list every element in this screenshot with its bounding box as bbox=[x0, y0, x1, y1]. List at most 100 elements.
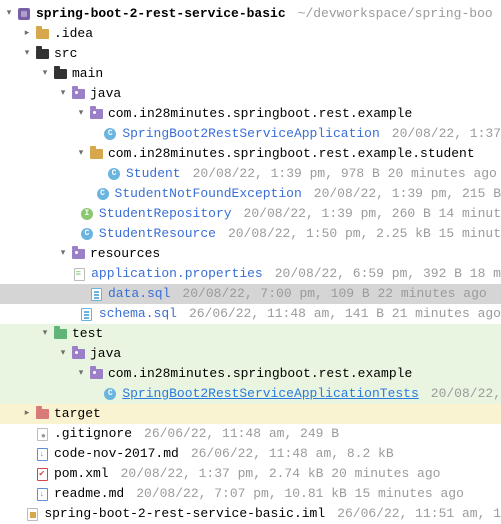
tree-row[interactable]: schema.sql26/06/22, 11:48 am, 141 B 21 m… bbox=[0, 304, 501, 324]
tree-row[interactable]: ▾ com.in28minutes.springboot.rest.example… bbox=[0, 144, 501, 164]
node-label: spring-boot-2-rest-service-basic.iml bbox=[44, 504, 325, 524]
tree-row[interactable]: CStudentResource20/08/22, 1:50 pm, 2.25 … bbox=[0, 224, 501, 244]
properties-file-icon bbox=[71, 266, 87, 282]
chevron-down-icon[interactable]: ▾ bbox=[76, 107, 86, 121]
tree-row[interactable]: application.properties 20/08/22, 6:59 pm,… bbox=[0, 264, 501, 284]
node-meta: 20/08/22, 6:59 pm, 392 B 18 m bbox=[275, 264, 501, 284]
package-icon bbox=[88, 106, 104, 122]
chevron-right-icon[interactable]: ▸ bbox=[22, 407, 32, 421]
module-icon bbox=[16, 6, 32, 22]
class-icon: C bbox=[102, 386, 118, 402]
tree-row[interactable]: ▾ java bbox=[0, 344, 501, 364]
tree-row[interactable]: CSpringBoot2RestServiceApplicationTests 2… bbox=[0, 384, 501, 404]
node-label: target bbox=[54, 404, 101, 424]
node-meta: 26/06/22, 11:48 am, 8.2 kB bbox=[191, 444, 394, 464]
tree-row[interactable]: IStudentRepository 20/08/22, 1:39 pm, 260… bbox=[0, 204, 501, 224]
chevron-down-icon[interactable]: ▾ bbox=[40, 67, 50, 81]
excluded-folder-icon bbox=[34, 406, 50, 422]
gitignore-icon bbox=[34, 426, 50, 442]
test-folder-icon bbox=[52, 326, 68, 342]
tree-row[interactable]: ▾ src bbox=[0, 44, 501, 64]
node-label: StudentNotFoundException bbox=[115, 184, 302, 204]
node-label: StudentResource bbox=[99, 224, 216, 244]
chevron-right-icon[interactable]: ▸ bbox=[22, 27, 32, 41]
node-label: data.sql bbox=[108, 284, 170, 304]
tree-row[interactable]: ▾ test bbox=[0, 324, 501, 344]
tree-row[interactable]: ▾ spring-boot-2-rest-service-basic ~/devwo… bbox=[0, 4, 501, 24]
node-label: com.in28minutes.springboot.rest.example bbox=[108, 104, 412, 124]
tree-row[interactable]: CSpringBoot2RestServiceApplication20/08/… bbox=[0, 124, 501, 144]
node-label: resources bbox=[90, 244, 160, 264]
markdown-file-icon bbox=[34, 486, 50, 502]
node-meta: 20/08/22, 7:00 pm, 109 B 22 minutes ago bbox=[182, 284, 486, 304]
tree-row[interactable]: ▾ com.in28minutes.springboot.rest.example bbox=[0, 364, 501, 384]
tree-row[interactable]: ▾ com.in28minutes.springboot.rest.example bbox=[0, 104, 501, 124]
class-icon: C bbox=[95, 186, 111, 202]
node-label: SpringBoot2RestServiceApplicationTests bbox=[122, 384, 418, 404]
package-icon bbox=[88, 366, 104, 382]
tree-row[interactable]: ▾ resources bbox=[0, 244, 501, 264]
folder-icon bbox=[34, 26, 50, 42]
chevron-down-icon[interactable]: ▾ bbox=[40, 327, 50, 341]
folder-icon bbox=[88, 146, 104, 162]
node-meta: 20/08/22, 1:39 pm, 260 B 14 minut bbox=[244, 204, 501, 224]
tree-row[interactable]: pom.xml 20/08/22, 1:37 pm, 2.74 kB 20 min… bbox=[0, 464, 501, 484]
tree-row[interactable]: CStudent 20/08/22, 1:39 pm, 978 B 20 minu… bbox=[0, 164, 501, 184]
class-icon: C bbox=[106, 166, 122, 182]
sql-file-icon bbox=[88, 286, 104, 302]
iml-file-icon bbox=[24, 506, 40, 522]
node-meta: 20/08/22, bbox=[431, 384, 501, 404]
class-icon: C bbox=[79, 226, 95, 242]
folder-icon bbox=[52, 66, 68, 82]
interface-icon: I bbox=[79, 206, 95, 222]
maven-file-icon bbox=[34, 466, 50, 482]
node-label: readme.md bbox=[54, 484, 124, 504]
tree-row[interactable]: spring-boot-2-rest-service-basic.iml 26/0… bbox=[0, 504, 501, 524]
package-icon bbox=[70, 86, 86, 102]
node-label: src bbox=[54, 44, 77, 64]
node-meta: 20/08/22, 1:39 pm, 215 B bbox=[314, 184, 501, 204]
chevron-down-icon[interactable]: ▾ bbox=[58, 247, 68, 261]
node-label: Student bbox=[126, 164, 181, 184]
node-label: com.in28minutes.springboot.rest.example bbox=[108, 364, 412, 384]
node-label: java bbox=[90, 84, 121, 104]
node-label: StudentRepository bbox=[99, 204, 232, 224]
node-label: java bbox=[90, 344, 121, 364]
node-meta: 20/08/22, 1:39 pm, 978 B 20 minutes ago bbox=[193, 164, 497, 184]
node-label: pom.xml bbox=[54, 464, 109, 484]
tree-row[interactable]: data.sql 20/08/22, 7:00 pm, 109 B 22 minu… bbox=[0, 284, 501, 304]
chevron-down-icon[interactable]: ▾ bbox=[22, 47, 32, 61]
node-label: com.in28minutes.springboot.rest.example.… bbox=[108, 144, 475, 164]
node-label: .idea bbox=[54, 24, 93, 44]
node-label: code-nov-2017.md bbox=[54, 444, 179, 464]
chevron-down-icon[interactable]: ▾ bbox=[4, 7, 14, 21]
chevron-down-icon[interactable]: ▾ bbox=[58, 87, 68, 101]
node-meta: 20/08/22, 1:37 pm, 2.74 kB 20 minutes ag… bbox=[121, 464, 441, 484]
tree-row[interactable]: ▾ main bbox=[0, 64, 501, 84]
node-label: application.properties bbox=[91, 264, 263, 284]
node-label: spring-boot-2-rest-service-basic bbox=[36, 4, 286, 24]
node-label: test bbox=[72, 324, 103, 344]
tree-row[interactable]: ▾ java bbox=[0, 84, 501, 104]
package-icon bbox=[70, 246, 86, 262]
project-tree: ▾ spring-boot-2-rest-service-basic ~/devwo… bbox=[0, 0, 501, 524]
markdown-file-icon bbox=[34, 446, 50, 462]
node-meta: ~/devworkspace/spring-boo bbox=[298, 4, 493, 24]
node-meta: 26/06/22, 11:48 am, 249 B bbox=[144, 424, 339, 444]
tree-row[interactable]: code-nov-2017.md 26/06/22, 11:48 am, 8.2 … bbox=[0, 444, 501, 464]
node-meta: 20/08/22, 7:07 pm, 10.81 kB 15 minutes a… bbox=[136, 484, 464, 504]
node-label: schema.sql bbox=[99, 304, 177, 324]
tree-row[interactable]: readme.md 20/08/22, 7:07 pm, 10.81 kB 15 … bbox=[0, 484, 501, 504]
chevron-down-icon[interactable]: ▾ bbox=[58, 347, 68, 361]
class-icon: C bbox=[102, 126, 118, 142]
tree-row[interactable]: .gitignore 26/06/22, 11:48 am, 249 B bbox=[0, 424, 501, 444]
chevron-down-icon[interactable]: ▾ bbox=[76, 367, 86, 381]
tree-row[interactable]: ▸ .idea bbox=[0, 24, 501, 44]
chevron-down-icon[interactable]: ▾ bbox=[76, 147, 86, 161]
node-meta: 26/06/22, 11:51 am, 1 bbox=[337, 504, 501, 524]
node-label: main bbox=[72, 64, 103, 84]
folder-icon bbox=[34, 46, 50, 62]
tree-row[interactable]: ▸ target bbox=[0, 404, 501, 424]
node-label: .gitignore bbox=[54, 424, 132, 444]
tree-row[interactable]: CStudentNotFoundException 20/08/22, 1:39 … bbox=[0, 184, 501, 204]
